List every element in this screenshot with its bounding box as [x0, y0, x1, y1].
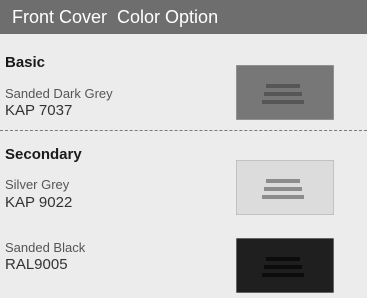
color-name-dark-grey: Sanded Dark Grey: [5, 86, 113, 101]
louver-slat: [264, 265, 302, 269]
louver-slat: [266, 257, 300, 261]
louver-graphic: [236, 160, 334, 215]
basic-heading: Basic: [5, 54, 46, 71]
louver-slat: [262, 273, 304, 277]
louver-graphic: [236, 65, 334, 120]
louver-slat: [264, 187, 302, 191]
louver-graphic: [236, 238, 334, 293]
louver-slat: [266, 179, 300, 183]
color-code-dark-grey: KAP 7037: [5, 102, 73, 119]
color-code-sanded-black: RAL9005: [5, 256, 68, 273]
louver-slat: [262, 100, 304, 104]
louver-slat: [264, 92, 302, 96]
swatch-dark-grey: [236, 65, 334, 120]
section-divider: [0, 130, 367, 131]
louver-slat: [262, 195, 304, 199]
louver-slat: [266, 84, 300, 88]
swatch-silver-grey: [236, 160, 334, 215]
swatch-sanded-black: [236, 238, 334, 293]
color-name-sanded-black: Sanded Black: [5, 240, 86, 255]
color-name-silver-grey: Silver Grey: [5, 177, 70, 192]
color-code-silver-grey: KAP 9022: [5, 194, 73, 211]
secondary-heading: Secondary: [5, 146, 82, 163]
page-header: Front Cover Color Option: [0, 0, 367, 34]
